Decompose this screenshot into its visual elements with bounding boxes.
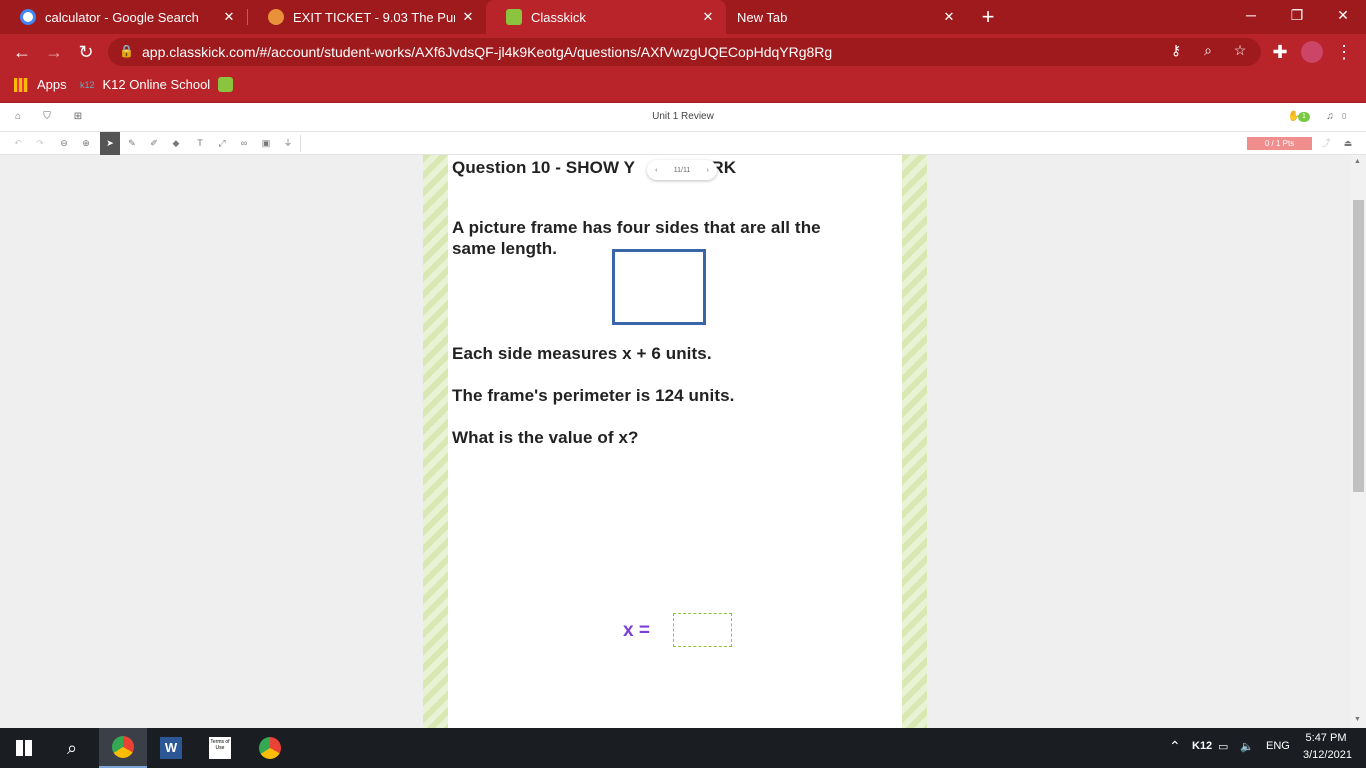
text-tool-icon[interactable]: T: [190, 132, 210, 155]
close-tab-icon[interactable]: ✕: [700, 9, 716, 25]
line-tool-icon[interactable]: ⤢: [212, 132, 232, 155]
battery-icon[interactable]: ▭: [1218, 740, 1228, 753]
chevron-border-right: [902, 155, 927, 728]
tab-title: Classkick: [531, 9, 586, 25]
close-tab-icon[interactable]: ✕: [460, 9, 476, 25]
lock-icon: 🔒: [119, 44, 134, 58]
problem-text-line: The frame's perimeter is 124 units.: [452, 386, 735, 405]
undo-icon[interactable]: ↶: [8, 132, 28, 155]
zoom-out-icon[interactable]: ⊖: [54, 132, 74, 155]
k12-icon: k12: [80, 79, 95, 90]
classkick-bookmark[interactable]: [218, 77, 233, 92]
taskbar-terms-of-use[interactable]: Terms of Use: [196, 728, 244, 768]
link-icon[interactable]: ∞: [234, 132, 254, 155]
taskbar-word[interactable]: W: [147, 728, 195, 768]
scroll-down-icon[interactable]: ▼: [1354, 716, 1361, 723]
lock-toggle-icon[interactable]: ⏏: [1338, 132, 1358, 155]
tab-classkick[interactable]: Classkick ✕: [486, 0, 726, 34]
chrome-icon: [259, 737, 281, 759]
tab-title: New Tab: [737, 9, 788, 25]
close-window-icon[interactable]: ✕: [1320, 0, 1366, 30]
url-text: app.classkick.com/#/account/student-work…: [142, 44, 833, 60]
profile-avatar[interactable]: [1300, 40, 1324, 64]
language-indicator[interactable]: ENG: [1266, 740, 1290, 752]
scroll-thumb[interactable]: [1353, 200, 1364, 492]
answer-input[interactable]: [673, 613, 732, 647]
clock-date[interactable]: 3/12/2021: [1303, 749, 1352, 761]
word-icon: W: [160, 737, 182, 759]
volume-icon[interactable]: 🔈: [1240, 740, 1254, 753]
eraser-icon[interactable]: ◆: [166, 132, 186, 155]
address-bar[interactable]: 🔒 app.classkick.com/#/account/student-wo…: [108, 38, 1261, 66]
next-page-icon[interactable]: ›: [706, 167, 708, 174]
k12-bookmark[interactable]: k12 K12 Online School: [80, 77, 210, 92]
key-icon[interactable]: ⚷: [1166, 42, 1186, 59]
classkick-icon: [218, 77, 233, 92]
redo-icon[interactable]: ↷: [30, 132, 50, 155]
browser-tab-strip: calculator - Google Search ✕ EXIT TICKET…: [0, 0, 1366, 34]
pen-icon[interactable]: ✎: [122, 132, 142, 155]
image-icon[interactable]: ▣: [256, 132, 276, 155]
message-count: 0: [1342, 112, 1347, 121]
browser-toolbar: ← → ↻ 🔒 app.classkick.com/#/account/stud…: [0, 34, 1366, 70]
tab-new-tab[interactable]: New Tab ✕: [717, 0, 967, 34]
picture-frame-square: [612, 249, 706, 325]
chrome-icon: [112, 736, 134, 758]
k12-tray-label[interactable]: K12: [1192, 740, 1212, 752]
minimize-icon[interactable]: ─: [1228, 0, 1274, 30]
problem-text-line: same length.: [452, 239, 558, 258]
bell-icon[interactable]: ♫: [1323, 111, 1337, 122]
bookmarks-bar: Apps k12 K12 Online School: [0, 70, 1366, 103]
pointer-tool-icon[interactable]: ➤: [100, 132, 120, 155]
windows-start-icon[interactable]: [0, 728, 48, 768]
zoom-in-icon[interactable]: ⊕: [76, 132, 96, 155]
show-hidden-icons-icon[interactable]: ⌃: [1169, 738, 1181, 755]
problem-text-line: What is the value of x?: [452, 428, 639, 447]
apps-bookmark[interactable]: Apps: [14, 77, 67, 92]
page-navigator[interactable]: ‹ 11/11 ›: [647, 160, 717, 180]
answer-label: x =: [623, 620, 650, 641]
close-tab-icon[interactable]: ✕: [221, 9, 237, 25]
tab-title: calculator - Google Search: [45, 9, 199, 25]
extensions-icon[interactable]: ✚: [1268, 40, 1292, 64]
zoom-icon[interactable]: ⌕: [1198, 42, 1218, 59]
menu-icon[interactable]: ⋮: [1332, 40, 1356, 64]
prev-page-icon[interactable]: ‹: [655, 167, 657, 174]
forward-icon[interactable]: →: [42, 40, 66, 64]
terms-of-use-icon: Terms of Use: [209, 737, 231, 759]
tab-exit-ticket[interactable]: EXIT TICKET - 9.03 The Punic War ✕: [248, 0, 486, 34]
points-indicator: 0 / 1 Pts: [1247, 137, 1312, 150]
share-icon[interactable]: ⤴: [1316, 132, 1336, 155]
microphone-icon[interactable]: ⏚: [278, 132, 298, 155]
taskbar-chrome[interactable]: [246, 728, 294, 768]
close-tab-icon[interactable]: ✕: [941, 9, 957, 25]
highlighter-icon[interactable]: ✐: [144, 132, 164, 155]
star-icon[interactable]: ☆: [1230, 42, 1250, 59]
app-header: ⌂ ⛉ ⊞ Unit 1 Review ✋ 1 ♫ 0: [0, 103, 1366, 132]
apps-grid-icon: [14, 77, 28, 92]
drawing-toolbar: ↶ ↷ ⊖ ⊕ ➤ ✎ ✐ ◆ T ⤢ ∞ ▣ ⏚ 0 / 1 Pts ⤴ ⏏: [0, 132, 1366, 155]
tab-title: EXIT TICKET - 9.03 The Punic War: [293, 9, 455, 25]
page-number[interactable]: 11/11: [674, 167, 690, 174]
bookmark-orange-icon: [268, 9, 284, 25]
problem-text-line: A picture frame has four sides that are …: [452, 218, 821, 237]
reload-icon[interactable]: ↻: [74, 40, 98, 64]
new-tab-plus-icon[interactable]: +: [976, 4, 1000, 30]
chevron-border-left: [423, 155, 448, 728]
vertical-scrollbar[interactable]: ▲ ▼: [1351, 155, 1366, 728]
classkick-icon: [506, 9, 522, 25]
taskbar-chrome-active[interactable]: [99, 728, 147, 768]
notification-badge: 1: [1298, 112, 1310, 122]
google-icon: [20, 9, 36, 25]
restore-icon[interactable]: ❐: [1274, 0, 1320, 30]
tab-google-search[interactable]: calculator - Google Search ✕: [0, 0, 247, 34]
scroll-up-icon[interactable]: ▲: [1354, 158, 1361, 165]
search-icon[interactable]: ⌕: [48, 728, 96, 768]
clock-time[interactable]: 5:47 PM: [1303, 732, 1349, 744]
back-icon[interactable]: ←: [10, 40, 34, 64]
windows-taskbar: ⌕ W Terms of Use ⌃ K12 ▭ 🔈 ENG 5:47 PM 3…: [0, 728, 1366, 768]
problem-text-line: Each side measures x + 6 units.: [452, 344, 712, 363]
page-title: Unit 1 Review: [652, 111, 714, 122]
